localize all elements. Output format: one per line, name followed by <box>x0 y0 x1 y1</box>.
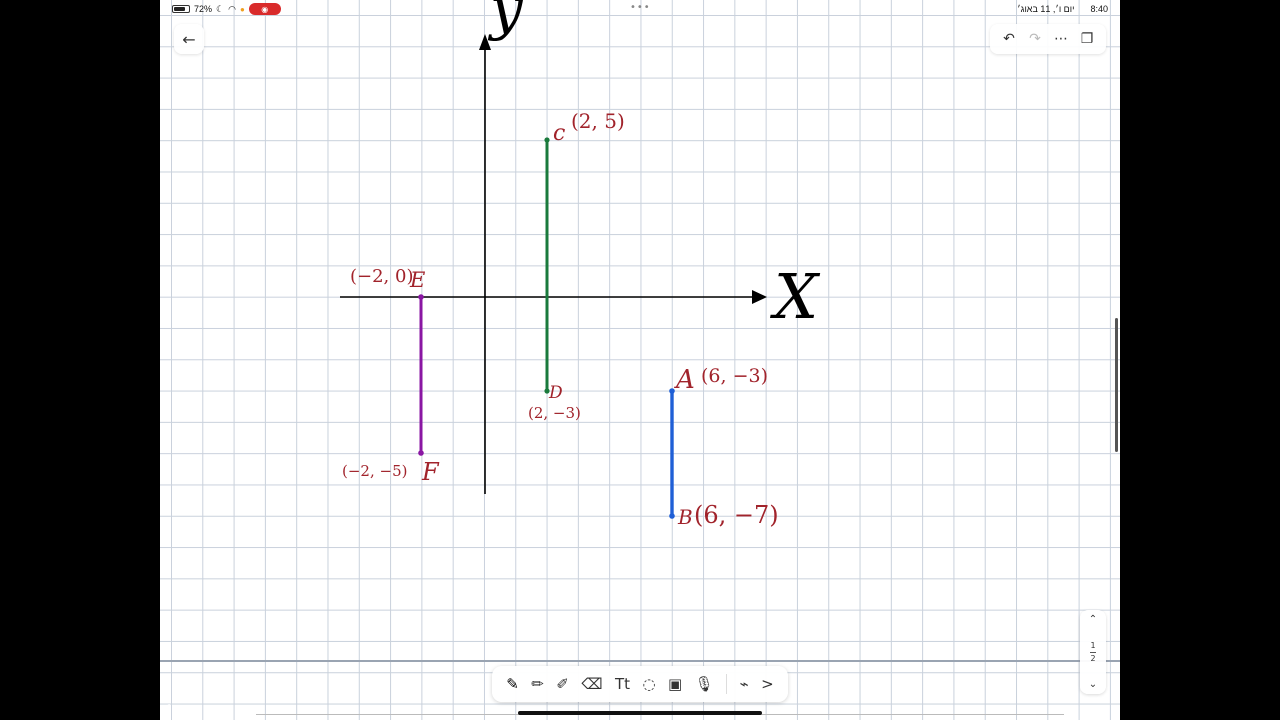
lasso-tool-icon[interactable]: ◌ <box>642 675 655 693</box>
x-axis-label: X <box>770 260 821 333</box>
corner-moon-icon: ☾ <box>164 702 175 716</box>
notes-canvas[interactable]: 72% ☾ ◠ ● ◉ ••• יום ו׳, 11 באוג׳ 8:40 ← … <box>160 0 1120 720</box>
toolbar-separator <box>726 674 728 694</box>
page-indicator: 1 2 <box>1090 641 1096 664</box>
point-c <box>544 137 550 143</box>
label-a-name: A <box>674 365 695 395</box>
current-page: 1 <box>1090 640 1096 650</box>
label-e-coord: (−2, 0) <box>350 266 413 287</box>
eraser-tool-icon[interactable]: ⌫ <box>581 675 602 693</box>
page-down-icon[interactable]: ⌄ <box>1089 679 1097 690</box>
x-axis-arrow-icon <box>752 290 767 304</box>
highlighter-tool-icon[interactable]: ✐ <box>556 675 569 693</box>
pen-tool-icon[interactable]: ✎ <box>506 675 519 693</box>
label-e-name: E <box>409 268 425 292</box>
vertical-scrollbar[interactable] <box>1115 318 1118 452</box>
drawing-toolbar: ✎ ✏ ✐ ⌫ Tt ◌ ▣ 🎙 ⌁ > <box>492 666 788 702</box>
y-axis-label: y <box>487 0 524 42</box>
label-c-coord: (2, 5) <box>571 109 625 133</box>
label-c-name: c <box>553 121 565 146</box>
point-e <box>418 294 424 300</box>
image-tool-icon[interactable]: ▣ <box>668 675 682 693</box>
page-divider <box>160 660 1120 662</box>
point-a <box>669 388 675 394</box>
label-d-coord: (2, −3) <box>528 404 581 422</box>
label-f-coord: (−2, −5) <box>342 462 407 480</box>
pencil-tool-icon[interactable]: ✏ <box>531 675 544 693</box>
home-indicator[interactable] <box>518 711 762 715</box>
toolbar-more-icon[interactable]: > <box>761 675 774 693</box>
label-b-name: B <box>677 505 693 529</box>
point-f <box>418 450 424 456</box>
label-f-name: F <box>421 458 440 486</box>
label-d-name: D <box>548 383 563 403</box>
page-up-icon[interactable]: ⌃ <box>1089 614 1097 625</box>
label-a-coord: (6, −3) <box>701 365 768 387</box>
label-b-coord: (6, −7) <box>694 501 779 529</box>
page-navigator: ⌃ 1 2 ⌄ <box>1080 610 1106 694</box>
link-tool-icon[interactable]: ⌁ <box>740 675 749 693</box>
text-tool-icon[interactable]: Tt <box>615 675 630 693</box>
handwritten-graph: X y c (2, 5) D (2, −3) (−2, 0) E (−2, −5… <box>340 0 821 529</box>
point-b <box>669 513 675 519</box>
total-pages: 2 <box>1090 653 1096 663</box>
mic-tool-icon[interactable]: 🎙 <box>695 675 714 693</box>
